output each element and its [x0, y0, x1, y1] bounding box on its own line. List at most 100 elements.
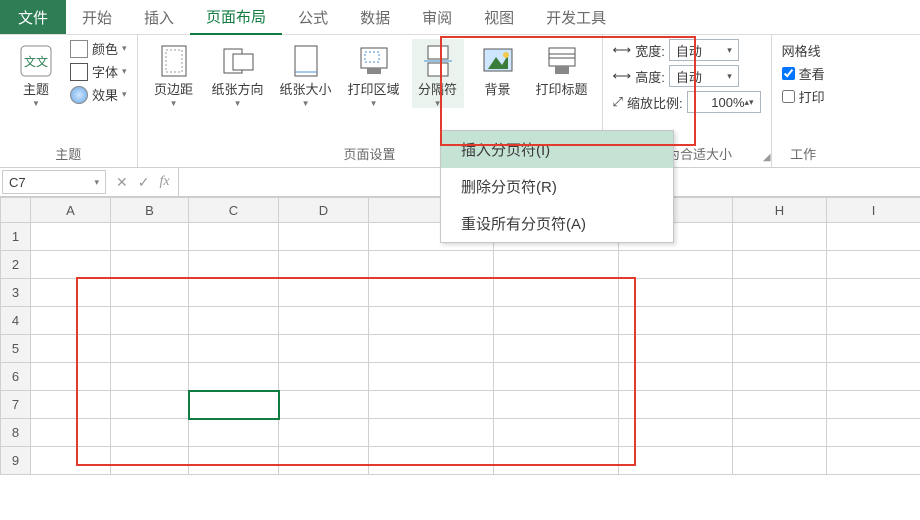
height-dropdown[interactable]: 自动▾ — [669, 65, 739, 87]
tab-home[interactable]: 开始 — [66, 0, 128, 34]
cell[interactable] — [619, 391, 733, 419]
cell[interactable] — [733, 251, 827, 279]
cell[interactable] — [189, 279, 279, 307]
cell[interactable] — [189, 419, 279, 447]
cell[interactable] — [369, 279, 494, 307]
menu-reset-page-breaks[interactable]: 重设所有分页符(A) — [441, 205, 673, 242]
cell[interactable] — [369, 251, 494, 279]
row-header[interactable]: 8 — [1, 419, 31, 447]
column-header[interactable]: D — [279, 198, 369, 223]
cell[interactable] — [189, 363, 279, 391]
cell[interactable] — [111, 391, 189, 419]
cell[interactable] — [494, 307, 619, 335]
cell[interactable] — [279, 419, 369, 447]
cell[interactable] — [369, 307, 494, 335]
cell[interactable] — [279, 223, 369, 251]
cell[interactable] — [189, 447, 279, 475]
cell[interactable] — [494, 419, 619, 447]
theme-colors-button[interactable]: 颜色 ▾ — [70, 39, 127, 58]
tab-formulas[interactable]: 公式 — [282, 0, 344, 34]
row-header[interactable]: 3 — [1, 279, 31, 307]
cell[interactable] — [279, 251, 369, 279]
cell[interactable] — [827, 419, 920, 447]
cell[interactable] — [619, 251, 733, 279]
theme-effects-button[interactable]: 效果 ▾ — [70, 85, 127, 104]
cell[interactable] — [619, 363, 733, 391]
cell[interactable] — [619, 335, 733, 363]
cell[interactable] — [31, 419, 111, 447]
tab-insert[interactable]: 插入 — [128, 0, 190, 34]
cell[interactable] — [31, 279, 111, 307]
breaks-button[interactable]: 分隔符 ▼ — [412, 39, 464, 108]
theme-fonts-button[interactable]: 字体 ▾ — [70, 62, 127, 81]
cell[interactable] — [733, 447, 827, 475]
print-titles-button[interactable]: 打印标题 — [532, 39, 592, 97]
cell[interactable] — [733, 279, 827, 307]
cell[interactable] — [31, 251, 111, 279]
cell[interactable] — [189, 251, 279, 279]
row-header[interactable]: 5 — [1, 335, 31, 363]
column-header[interactable]: B — [111, 198, 189, 223]
gridlines-print-checkbox[interactable]: 打印 — [782, 87, 825, 106]
cell[interactable] — [827, 391, 920, 419]
select-all-corner[interactable] — [1, 198, 31, 223]
row-header[interactable]: 2 — [1, 251, 31, 279]
cell[interactable] — [31, 447, 111, 475]
cell[interactable] — [111, 223, 189, 251]
cell[interactable] — [189, 335, 279, 363]
row-header[interactable]: 6 — [1, 363, 31, 391]
cell[interactable] — [733, 335, 827, 363]
tab-file[interactable]: 文件 — [0, 0, 66, 34]
cell[interactable] — [189, 391, 279, 419]
row-header[interactable]: 1 — [1, 223, 31, 251]
cell[interactable] — [494, 391, 619, 419]
cell[interactable] — [369, 447, 494, 475]
cell[interactable] — [619, 447, 733, 475]
cell[interactable] — [111, 307, 189, 335]
row-header[interactable]: 4 — [1, 307, 31, 335]
cell[interactable] — [111, 419, 189, 447]
cell[interactable] — [733, 363, 827, 391]
width-dropdown[interactable]: 自动▾ — [669, 39, 739, 61]
size-button[interactable]: 纸张大小 ▼ — [276, 39, 336, 108]
cell[interactable] — [369, 391, 494, 419]
cell[interactable] — [279, 307, 369, 335]
row-header[interactable]: 7 — [1, 391, 31, 419]
cell[interactable] — [619, 419, 733, 447]
cell[interactable] — [111, 335, 189, 363]
tab-page-layout[interactable]: 页面布局 — [190, 0, 282, 35]
cell[interactable] — [827, 223, 920, 251]
cell[interactable] — [619, 279, 733, 307]
cell[interactable] — [111, 251, 189, 279]
background-button[interactable]: 背景 — [472, 39, 524, 97]
column-header[interactable]: I — [827, 198, 920, 223]
column-header[interactable]: A — [31, 198, 111, 223]
orientation-button[interactable]: 纸张方向 ▼ — [208, 39, 268, 108]
tab-data[interactable]: 数据 — [344, 0, 406, 34]
cell[interactable] — [494, 363, 619, 391]
cell[interactable] — [369, 419, 494, 447]
scale-spinner[interactable]: 100%▴▾ — [687, 91, 761, 113]
cell[interactable] — [827, 335, 920, 363]
tab-review[interactable]: 审阅 — [406, 0, 468, 34]
cell[interactable] — [827, 447, 920, 475]
cell[interactable] — [494, 279, 619, 307]
row-header[interactable]: 9 — [1, 447, 31, 475]
cell[interactable] — [31, 363, 111, 391]
cell[interactable] — [31, 391, 111, 419]
name-box[interactable]: C7 ▾ — [2, 170, 106, 194]
cell[interactable] — [31, 335, 111, 363]
cell[interactable] — [733, 307, 827, 335]
insert-function-button[interactable]: fx — [159, 174, 169, 190]
dialog-launcher-icon[interactable]: ◢ — [763, 152, 771, 163]
cell[interactable] — [494, 335, 619, 363]
cell[interactable] — [189, 223, 279, 251]
cell[interactable] — [494, 447, 619, 475]
tab-view[interactable]: 视图 — [468, 0, 530, 34]
tab-developer[interactable]: 开发工具 — [530, 0, 622, 34]
themes-button[interactable]: 文文 主题 ▼ — [10, 39, 62, 108]
cell[interactable] — [369, 335, 494, 363]
cell[interactable] — [827, 251, 920, 279]
cell[interactable] — [827, 279, 920, 307]
confirm-icon[interactable]: ✓ — [138, 174, 150, 191]
